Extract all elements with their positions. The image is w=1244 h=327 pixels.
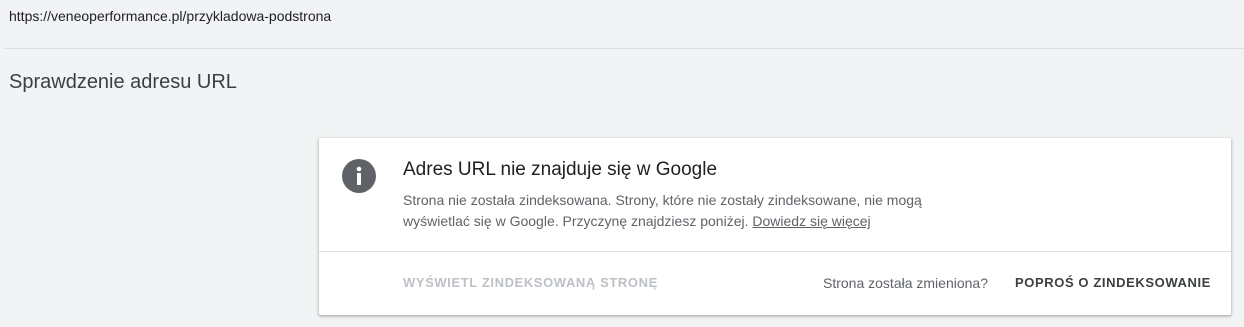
request-indexing-button[interactable]: Poproś o zindeksowanie xyxy=(1015,275,1211,290)
index-status-card: Adres URL nie znajduje się w Google Stro… xyxy=(319,138,1231,315)
status-heading: Adres URL nie znajduje się w Google xyxy=(403,159,718,180)
card-divider xyxy=(319,251,1231,252)
inspected-url: https://veneoperformance.pl/przykladowa-… xyxy=(9,8,332,24)
status-description: Strona nie została zindeksowana. Strony,… xyxy=(403,190,973,232)
url-bar: https://veneoperformance.pl/przykladowa-… xyxy=(0,0,1244,48)
view-indexed-page-button[interactable]: Wyświetl zindeksowaną stronę xyxy=(403,275,658,290)
header-divider xyxy=(5,48,1244,49)
info-icon xyxy=(342,159,376,193)
page-changed-question: Strona została zmieniona? xyxy=(823,275,988,291)
page-title: Sprawdzenie adresu URL xyxy=(9,71,237,93)
learn-more-link[interactable]: Dowiedz się więcej xyxy=(752,213,870,229)
